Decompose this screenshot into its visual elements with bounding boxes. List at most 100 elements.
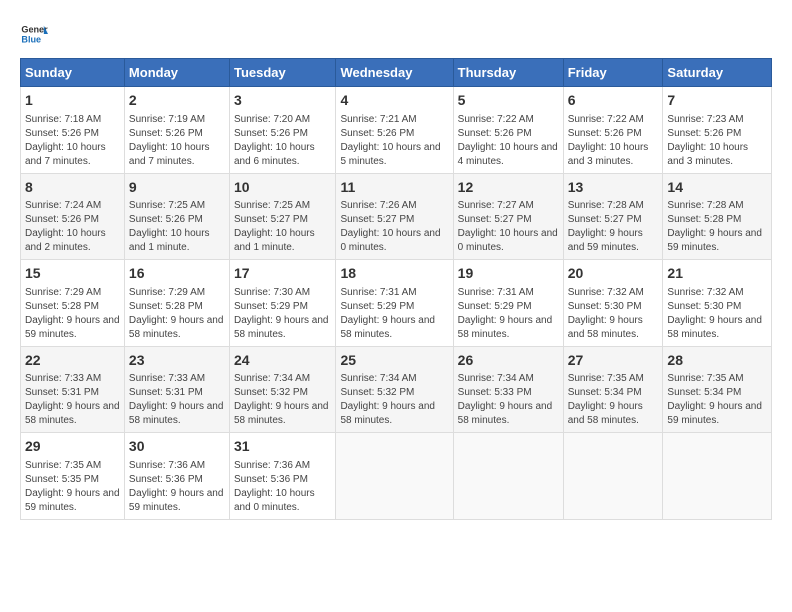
calendar-cell: 3 Sunrise: 7:20 AMSunset: 5:26 PMDayligh… [229,87,335,174]
day-info: Sunrise: 7:24 AMSunset: 5:26 PMDaylight:… [25,199,120,255]
day-number: 24 [234,351,331,371]
weekday-header-monday: Monday [124,59,229,87]
calendar-cell: 7 Sunrise: 7:23 AMSunset: 5:26 PMDayligh… [663,87,772,174]
weekday-header-friday: Friday [563,59,663,87]
day-number: 22 [25,351,120,371]
calendar-cell: 30 Sunrise: 7:36 AMSunset: 5:36 PMDaylig… [124,433,229,520]
weekday-header-wednesday: Wednesday [336,59,453,87]
day-number: 25 [340,351,448,371]
day-info: Sunrise: 7:34 AMSunset: 5:32 PMDaylight:… [234,372,331,428]
calendar-cell: 15 Sunrise: 7:29 AMSunset: 5:28 PMDaylig… [21,260,125,347]
calendar-week-row: 1 Sunrise: 7:18 AMSunset: 5:26 PMDayligh… [21,87,772,174]
calendar-cell: 10 Sunrise: 7:25 AMSunset: 5:27 PMDaylig… [229,173,335,260]
weekday-header-saturday: Saturday [663,59,772,87]
day-info: Sunrise: 7:32 AMSunset: 5:30 PMDaylight:… [667,286,767,342]
day-info: Sunrise: 7:34 AMSunset: 5:32 PMDaylight:… [340,372,448,428]
day-number: 10 [234,178,331,198]
calendar-cell: 31 Sunrise: 7:36 AMSunset: 5:36 PMDaylig… [229,433,335,520]
calendar-cell [563,433,663,520]
calendar-cell: 20 Sunrise: 7:32 AMSunset: 5:30 PMDaylig… [563,260,663,347]
calendar-week-row: 8 Sunrise: 7:24 AMSunset: 5:26 PMDayligh… [21,173,772,260]
calendar-cell: 13 Sunrise: 7:28 AMSunset: 5:27 PMDaylig… [563,173,663,260]
day-info: Sunrise: 7:31 AMSunset: 5:29 PMDaylight:… [458,286,559,342]
calendar-cell: 23 Sunrise: 7:33 AMSunset: 5:31 PMDaylig… [124,346,229,433]
day-number: 20 [568,264,659,284]
weekday-header-sunday: Sunday [21,59,125,87]
day-number: 4 [340,91,448,111]
day-info: Sunrise: 7:18 AMSunset: 5:26 PMDaylight:… [25,113,120,169]
calendar-table: SundayMondayTuesdayWednesdayThursdayFrid… [20,58,772,520]
day-number: 19 [458,264,559,284]
day-number: 31 [234,437,331,457]
weekday-header-thursday: Thursday [453,59,563,87]
day-info: Sunrise: 7:23 AMSunset: 5:26 PMDaylight:… [667,113,767,169]
day-number: 11 [340,178,448,198]
calendar-cell: 17 Sunrise: 7:30 AMSunset: 5:29 PMDaylig… [229,260,335,347]
day-info: Sunrise: 7:33 AMSunset: 5:31 PMDaylight:… [25,372,120,428]
calendar-cell: 9 Sunrise: 7:25 AMSunset: 5:26 PMDayligh… [124,173,229,260]
day-info: Sunrise: 7:32 AMSunset: 5:30 PMDaylight:… [568,286,659,342]
calendar-cell: 25 Sunrise: 7:34 AMSunset: 5:32 PMDaylig… [336,346,453,433]
day-info: Sunrise: 7:29 AMSunset: 5:28 PMDaylight:… [129,286,225,342]
day-info: Sunrise: 7:28 AMSunset: 5:27 PMDaylight:… [568,199,659,255]
calendar-cell: 6 Sunrise: 7:22 AMSunset: 5:26 PMDayligh… [563,87,663,174]
calendar-cell [336,433,453,520]
day-number: 14 [667,178,767,198]
weekday-header-tuesday: Tuesday [229,59,335,87]
calendar-cell: 24 Sunrise: 7:34 AMSunset: 5:32 PMDaylig… [229,346,335,433]
day-info: Sunrise: 7:25 AMSunset: 5:26 PMDaylight:… [129,199,225,255]
calendar-cell [663,433,772,520]
day-number: 9 [129,178,225,198]
day-info: Sunrise: 7:35 AMSunset: 5:35 PMDaylight:… [25,459,120,515]
calendar-cell: 27 Sunrise: 7:35 AMSunset: 5:34 PMDaylig… [563,346,663,433]
day-number: 27 [568,351,659,371]
calendar-cell: 12 Sunrise: 7:27 AMSunset: 5:27 PMDaylig… [453,173,563,260]
day-info: Sunrise: 7:33 AMSunset: 5:31 PMDaylight:… [129,372,225,428]
calendar-week-row: 15 Sunrise: 7:29 AMSunset: 5:28 PMDaylig… [21,260,772,347]
calendar-cell: 22 Sunrise: 7:33 AMSunset: 5:31 PMDaylig… [21,346,125,433]
day-info: Sunrise: 7:30 AMSunset: 5:29 PMDaylight:… [234,286,331,342]
calendar-cell: 5 Sunrise: 7:22 AMSunset: 5:26 PMDayligh… [453,87,563,174]
day-number: 28 [667,351,767,371]
calendar-week-row: 22 Sunrise: 7:33 AMSunset: 5:31 PMDaylig… [21,346,772,433]
calendar-cell: 16 Sunrise: 7:29 AMSunset: 5:28 PMDaylig… [124,260,229,347]
calendar-cell: 14 Sunrise: 7:28 AMSunset: 5:28 PMDaylig… [663,173,772,260]
day-info: Sunrise: 7:22 AMSunset: 5:26 PMDaylight:… [568,113,659,169]
day-info: Sunrise: 7:35 AMSunset: 5:34 PMDaylight:… [667,372,767,428]
calendar-week-row: 29 Sunrise: 7:35 AMSunset: 5:35 PMDaylig… [21,433,772,520]
day-number: 23 [129,351,225,371]
day-info: Sunrise: 7:25 AMSunset: 5:27 PMDaylight:… [234,199,331,255]
day-info: Sunrise: 7:22 AMSunset: 5:26 PMDaylight:… [458,113,559,169]
logo: General Blue [20,20,52,48]
calendar-cell: 19 Sunrise: 7:31 AMSunset: 5:29 PMDaylig… [453,260,563,347]
day-info: Sunrise: 7:26 AMSunset: 5:27 PMDaylight:… [340,199,448,255]
calendar-cell [453,433,563,520]
day-number: 3 [234,91,331,111]
day-info: Sunrise: 7:19 AMSunset: 5:26 PMDaylight:… [129,113,225,169]
day-info: Sunrise: 7:36 AMSunset: 5:36 PMDaylight:… [129,459,225,515]
calendar-cell: 4 Sunrise: 7:21 AMSunset: 5:26 PMDayligh… [336,87,453,174]
day-number: 17 [234,264,331,284]
day-number: 2 [129,91,225,111]
day-number: 1 [25,91,120,111]
day-number: 5 [458,91,559,111]
day-number: 26 [458,351,559,371]
day-info: Sunrise: 7:20 AMSunset: 5:26 PMDaylight:… [234,113,331,169]
calendar-cell: 18 Sunrise: 7:31 AMSunset: 5:29 PMDaylig… [336,260,453,347]
day-number: 8 [25,178,120,198]
day-info: Sunrise: 7:31 AMSunset: 5:29 PMDaylight:… [340,286,448,342]
calendar-cell: 8 Sunrise: 7:24 AMSunset: 5:26 PMDayligh… [21,173,125,260]
weekday-header-row: SundayMondayTuesdayWednesdayThursdayFrid… [21,59,772,87]
day-number: 12 [458,178,559,198]
day-number: 7 [667,91,767,111]
day-info: Sunrise: 7:27 AMSunset: 5:27 PMDaylight:… [458,199,559,255]
day-number: 13 [568,178,659,198]
logo-icon: General Blue [20,20,48,48]
day-info: Sunrise: 7:36 AMSunset: 5:36 PMDaylight:… [234,459,331,515]
calendar-cell: 11 Sunrise: 7:26 AMSunset: 5:27 PMDaylig… [336,173,453,260]
day-info: Sunrise: 7:35 AMSunset: 5:34 PMDaylight:… [568,372,659,428]
calendar-cell: 26 Sunrise: 7:34 AMSunset: 5:33 PMDaylig… [453,346,563,433]
day-info: Sunrise: 7:34 AMSunset: 5:33 PMDaylight:… [458,372,559,428]
calendar-cell: 29 Sunrise: 7:35 AMSunset: 5:35 PMDaylig… [21,433,125,520]
day-number: 15 [25,264,120,284]
